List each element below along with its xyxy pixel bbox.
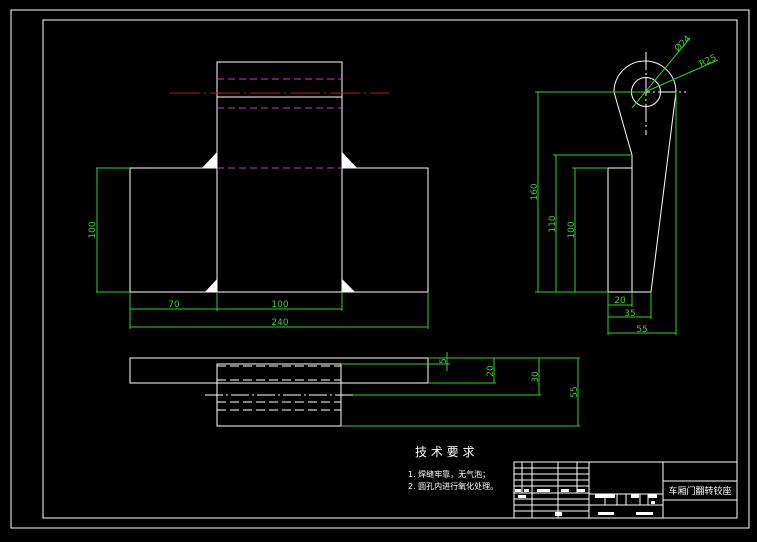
side-view: 160 110 100 20 35 55 Ø24 R25 [530,33,718,335]
dim-5: 5 [439,358,449,364]
dim-100-vertical: 100 [88,221,98,238]
dim-20: 20 [614,296,626,306]
top-view: 5 20 30 55 [129,352,580,427]
inner-border [42,19,738,519]
requirement-item: 1. 焊缝牢靠，无气泡； [408,469,490,479]
dim-110: 110 [548,215,558,232]
front-view: 100 70 100 240 [88,61,429,329]
cad-drawing: 100 70 100 240 160 110 100 20 35 55 Ø24 … [10,9,750,529]
weld-icon [205,279,217,292]
dim-100: 100 [271,300,288,310]
dim-radius: R25 [698,53,718,70]
dim-55-top: 55 [570,386,580,397]
requirements-heading: 技 术 要 求 [415,445,474,459]
drawing-title: 车厢门翻转铰座 [668,485,731,497]
dim-240: 240 [271,318,288,328]
dim-hole-diameter: Ø24 [672,33,693,54]
requirement-item: 2. 圆孔内进行氧化处理。 [408,481,498,491]
dim-70: 70 [168,300,180,310]
dim-160: 160 [530,183,540,200]
dim-55: 55 [636,325,647,335]
weld-icon [202,152,217,168]
dim-20-top: 20 [486,365,496,377]
dim-100-side: 100 [567,221,577,238]
dim-30: 30 [531,371,541,383]
weld-icon [342,152,357,168]
outer-border [10,9,750,529]
dim-35: 35 [624,309,635,319]
weld-icon [342,279,355,292]
